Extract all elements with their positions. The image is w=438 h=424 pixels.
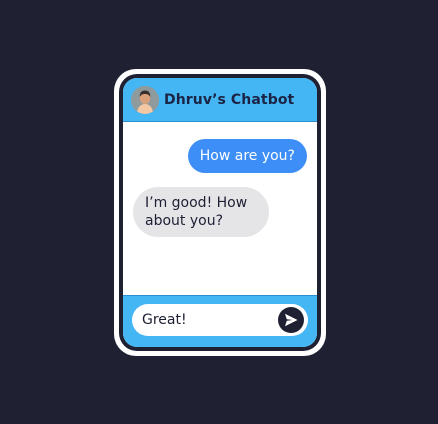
- message-list: How are you? I’m good! How about you?: [123, 123, 317, 300]
- user-message-bubble: How are you?: [187, 139, 307, 173]
- chat-widget-bezel: Dhruv’s Chatbot How are you? I’m good! H…: [119, 74, 321, 351]
- send-arrow-icon: [285, 313, 298, 327]
- message-input-container: [132, 304, 308, 336]
- page: Dhruv’s Chatbot How are you? I’m good! H…: [0, 0, 438, 424]
- bot-message-bubble: I’m good! How about you?: [133, 187, 269, 237]
- chat-window: Dhruv’s Chatbot How are you? I’m good! H…: [123, 78, 317, 347]
- message-input[interactable]: [142, 304, 272, 336]
- chat-title: Dhruv’s Chatbot: [164, 91, 295, 108]
- chat-header: Dhruv’s Chatbot: [123, 78, 317, 122]
- chat-widget-frame: Dhruv’s Chatbot How are you? I’m good! H…: [114, 69, 326, 356]
- user-avatar-icon: [131, 85, 159, 114]
- chat-composer: [123, 295, 317, 347]
- send-button[interactable]: [278, 307, 304, 333]
